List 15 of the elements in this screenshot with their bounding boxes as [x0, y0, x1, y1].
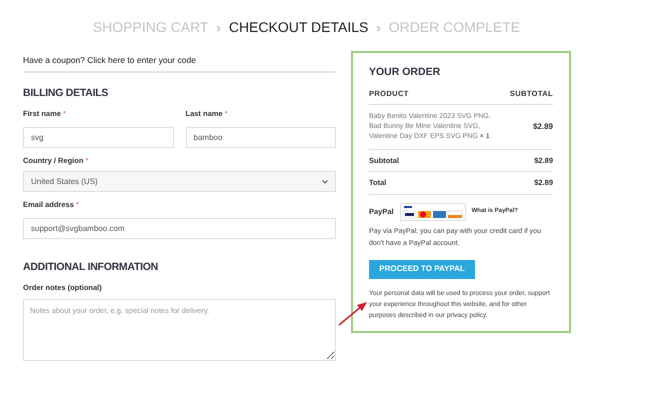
coupon-notice[interactable]: Have a coupon? Click here to enter your code: [23, 54, 336, 73]
section-heading: ADDITIONAL INFORMATION: [23, 260, 159, 276]
pointer-arrow: [338, 300, 368, 326]
breadcrumb-step[interactable]: CHECKOUT DETAILS: [228, 17, 368, 38]
input-field[interactable]: support@svgbamboo.com: [23, 218, 336, 240]
chevron-down-icon: [322, 180, 328, 184]
separator-icon: ›: [376, 18, 381, 38]
input-field[interactable]: svg: [23, 126, 174, 148]
separator-icon: ›: [216, 18, 221, 38]
order-heading: YOUR ORDER: [369, 65, 442, 80]
card-logos-icon: [400, 202, 466, 220]
section-heading: BILLING DETAILS: [23, 86, 110, 101]
country-select[interactable]: United States (US): [23, 171, 336, 192]
product-price: $2.89: [532, 121, 553, 133]
input-field[interactable]: bamboo: [186, 126, 336, 148]
